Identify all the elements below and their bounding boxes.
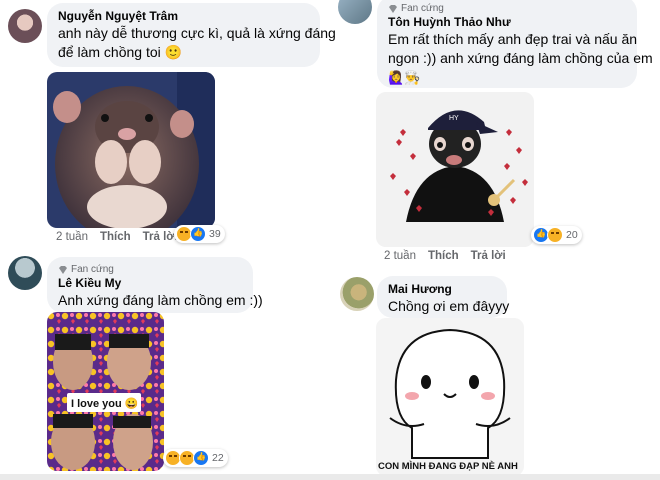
avatar-mai-huong[interactable] bbox=[340, 277, 374, 311]
comment-meta: 2 tuần Thích Trả lời bbox=[384, 250, 506, 262]
fan-badge-label: Fan cứng bbox=[401, 3, 444, 14]
comment-text-line: ngon :)) anh xứng đáng làm chồng của em bbox=[388, 50, 653, 66]
reply-link[interactable]: Trả lời bbox=[143, 231, 178, 243]
like-reaction-icon bbox=[190, 226, 206, 242]
commenter-name[interactable]: Tôn Huỳnh Thảo Như bbox=[388, 15, 626, 30]
comment-text-emoji: 🙋‍♀️👨‍🍳 bbox=[388, 70, 421, 85]
reaction-summary[interactable]: 22 bbox=[163, 449, 228, 467]
avatar-le-kieu-my[interactable] bbox=[8, 256, 42, 290]
comment-text-line: Em rất thích mấy anh đẹp trai và nấu ăn bbox=[388, 31, 638, 47]
commenter-name[interactable]: Lê Kiều My bbox=[58, 276, 242, 291]
comment-text-line: Anh xứng đáng làm chồng em :)) bbox=[58, 292, 263, 308]
diamond-icon bbox=[59, 265, 67, 274]
timestamp[interactable]: 2 tuần bbox=[384, 250, 416, 262]
comment-text-line: để làm chồng toi 🙂 bbox=[58, 44, 183, 60]
sticker-image[interactable]: HY bbox=[376, 92, 534, 247]
like-link[interactable]: Thích bbox=[100, 231, 131, 243]
meme-caption: CON MÌNH ĐANG ĐẠP NÈ ANH bbox=[378, 461, 518, 472]
photo-caption: I love you 😀 bbox=[71, 397, 139, 410]
comment-bubble: Mai Hương Chồng ơi em đâyyy bbox=[377, 276, 510, 318]
fan-badge-label: Fan cứng bbox=[71, 264, 114, 275]
i-love-you-photo[interactable]: I love you 😀 bbox=[47, 312, 164, 471]
comment-bubble: Nguyễn Nguyệt Trâm anh này dễ thương cực… bbox=[47, 3, 336, 67]
hamster-photo[interactable] bbox=[47, 72, 215, 228]
bottom-divider bbox=[0, 474, 660, 480]
commenter-name[interactable]: Nguyễn Nguyệt Trâm bbox=[58, 9, 309, 24]
collage-image: I love you 😀 bbox=[47, 312, 164, 471]
reaction-summary[interactable]: 20 bbox=[531, 226, 582, 244]
like-link[interactable]: Thích bbox=[428, 250, 459, 262]
reaction-summary[interactable]: 39 bbox=[174, 225, 225, 243]
comment-bubble: Fan cứng Tôn Huỳnh Thảo Như Em rất thích… bbox=[377, 0, 653, 88]
commenter-name[interactable]: Mai Hương bbox=[388, 282, 496, 297]
comment-bubble: Fan cứng Lê Kiều My Anh xứng đáng làm ch… bbox=[47, 257, 263, 313]
reaction-count: 22 bbox=[212, 452, 224, 464]
hamster-image bbox=[47, 72, 215, 228]
reaction-count: 20 bbox=[566, 229, 578, 241]
avatar-nguyen-nguyet-tram[interactable] bbox=[8, 9, 42, 43]
reply-link[interactable]: Trả lời bbox=[471, 250, 506, 262]
comment-meta: 2 tuần Thích Trả lời bbox=[56, 231, 178, 243]
haha-reaction-icon bbox=[547, 227, 563, 243]
cap-logo: HY bbox=[449, 115, 459, 122]
meme-image[interactable]: CON MÌNH ĐANG ĐẠP NÈ ANH bbox=[376, 318, 524, 476]
diamond-icon bbox=[389, 4, 397, 13]
avatar-ton-huynh-thao-nhu[interactable] bbox=[338, 0, 372, 24]
meme-drawing: CON MÌNH ĐANG ĐẠP NÈ ANH bbox=[376, 318, 524, 476]
timestamp[interactable]: 2 tuần bbox=[56, 231, 88, 243]
comment-text-line: anh này dễ thương cực kì, quả là xứng đá… bbox=[58, 25, 336, 41]
like-reaction-icon bbox=[193, 450, 209, 466]
fan-badge: Fan cứng bbox=[388, 2, 626, 15]
sticker-drawing: HY bbox=[376, 92, 534, 247]
reaction-count: 39 bbox=[209, 228, 221, 240]
comment-text-line: Chồng ơi em đâyyy bbox=[388, 298, 510, 314]
fan-badge: Fan cứng bbox=[58, 263, 242, 276]
